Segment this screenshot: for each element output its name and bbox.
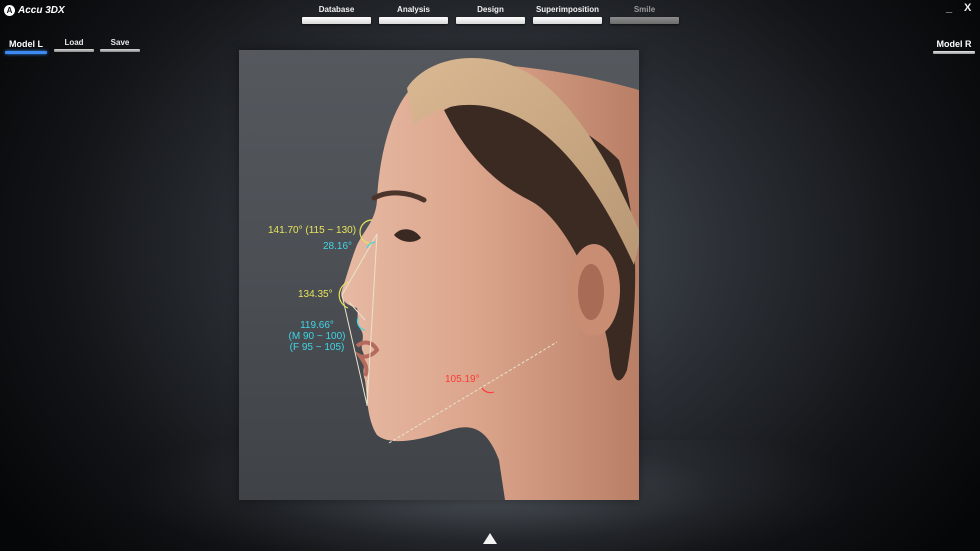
3d-viewport[interactable] — [239, 50, 639, 500]
tab-label: Design — [477, 5, 504, 14]
tab-design[interactable]: Design — [456, 5, 525, 24]
tab-bar — [379, 17, 448, 24]
app-logo-icon: A — [4, 4, 15, 16]
model-r-label: Model R — [936, 39, 972, 49]
app-name: Accu 3DX — [18, 4, 65, 16]
tab-analysis[interactable]: Analysis — [379, 5, 448, 24]
close-button[interactable]: X — [964, 2, 971, 14]
load-label: Load — [64, 38, 84, 47]
face-profile-render — [338, 58, 639, 500]
tab-smile[interactable]: Smile — [610, 5, 679, 24]
nasolabial-value: 119.66° — [300, 320, 334, 331]
model-l-label: Model L — [9, 39, 43, 49]
model-l-button[interactable]: Model L — [5, 37, 47, 54]
nasofrontal-value: 141.70° — [268, 225, 303, 236]
save-button[interactable]: Save — [100, 38, 140, 52]
tab-superimposition[interactable]: Superimposition — [533, 5, 602, 24]
tab-label: Analysis — [397, 5, 430, 14]
nasofrontal-angle-label: 141.70° (115 ~ 130) — [268, 225, 356, 236]
nasal-tip-angle-label: 134.35° — [298, 289, 333, 300]
tab-bar — [610, 17, 679, 24]
main-tabs: Database Analysis Design Superimposition… — [302, 5, 679, 24]
tab-label: Smile — [633, 5, 656, 14]
tab-label: Database — [318, 5, 355, 14]
tab-bar — [456, 17, 525, 24]
app-title: A Accu 3DX — [4, 3, 65, 17]
active-indicator — [5, 51, 47, 54]
tab-bar — [302, 17, 371, 24]
mentocervical-angle-label: 105.19° — [445, 374, 480, 385]
model-r-button[interactable]: Model R — [933, 37, 975, 54]
save-label: Save — [110, 38, 130, 47]
tab-bar — [533, 17, 602, 24]
nasofrontal-range: (115 ~ 130) — [305, 225, 357, 236]
nasolabial-range-female: (F 95 ~ 105) — [289, 342, 345, 353]
nasolabial-range-male: (M 90 ~ 100) — [288, 331, 346, 342]
button-underline — [100, 49, 140, 52]
minimize-button[interactable]: _ — [946, 2, 952, 14]
button-underline — [933, 51, 975, 54]
triangle-up-icon[interactable] — [483, 533, 497, 544]
button-underline — [54, 49, 94, 52]
ear-inner — [578, 264, 604, 320]
nasal-dorsum-angle-label: 28.16° — [323, 241, 353, 252]
nasolabial-angle-label: 119.66° (M 90 ~ 100) (F 95 ~ 105) — [282, 320, 352, 353]
tab-label: Superimposition — [535, 5, 600, 14]
tab-database[interactable]: Database — [302, 5, 371, 24]
load-button[interactable]: Load — [54, 38, 94, 52]
